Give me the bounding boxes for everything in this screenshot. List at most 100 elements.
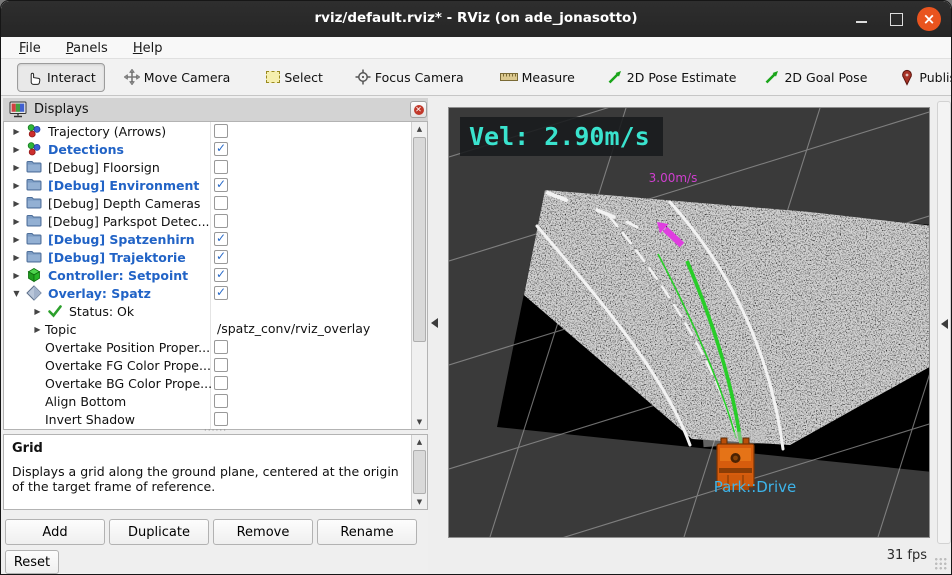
scroll-up-icon[interactable]: ▲ bbox=[412, 435, 427, 449]
tree-row[interactable]: Overtake BG Color Prope... bbox=[4, 374, 427, 392]
row-checkbox[interactable] bbox=[214, 177, 228, 192]
tool-2d-pose-estimate[interactable]: 2D Pose Estimate bbox=[602, 65, 742, 89]
expander-icon[interactable]: ▶ bbox=[9, 253, 24, 262]
displays-panel-close-button[interactable]: ✕ bbox=[410, 101, 427, 118]
minimize-button[interactable] bbox=[851, 8, 873, 30]
folder-icon bbox=[26, 249, 42, 265]
duplicate-button[interactable]: Duplicate bbox=[109, 519, 209, 545]
tree-row[interactable]: Overtake FG Color Prope... bbox=[4, 356, 427, 374]
collapse-right-icon[interactable] bbox=[941, 319, 948, 329]
row-checkbox[interactable] bbox=[214, 376, 228, 390]
menu-file[interactable]: File bbox=[9, 39, 51, 58]
scrollbar-thumb[interactable] bbox=[413, 450, 426, 494]
expander-icon[interactable]: ▼ bbox=[9, 289, 24, 298]
row-checkbox[interactable] bbox=[214, 124, 228, 138]
tree-row[interactable]: ▶ [Debug] Depth Cameras bbox=[4, 194, 427, 212]
expander-icon[interactable]: ▶ bbox=[9, 235, 24, 244]
rename-button[interactable]: Rename bbox=[317, 519, 417, 545]
row-checkbox[interactable] bbox=[214, 160, 228, 174]
folder-icon bbox=[26, 159, 42, 175]
close-button[interactable]: × bbox=[917, 7, 941, 31]
expander-icon[interactable]: ▶ bbox=[9, 217, 24, 226]
speed-label: 3.00m/s bbox=[649, 171, 698, 185]
row-checkbox[interactable] bbox=[214, 141, 228, 156]
tree-row[interactable]: ▶ Status: Ok bbox=[4, 302, 427, 320]
row-checkbox[interactable] bbox=[214, 394, 228, 408]
green-arrow-icon bbox=[608, 71, 621, 84]
menu-panels[interactable]: Panels bbox=[56, 39, 118, 58]
tree-row-label: Detections bbox=[48, 141, 124, 157]
tool-label: Measure bbox=[521, 69, 575, 85]
resize-grip[interactable] bbox=[934, 557, 947, 570]
tree-row-label: Trajectory (Arrows) bbox=[48, 123, 167, 139]
tree-row-label: [Debug] Trajektorie bbox=[48, 249, 186, 265]
tree-row[interactable]: Overtake Position Proper... bbox=[4, 338, 427, 356]
menu-help[interactable]: Help bbox=[123, 39, 173, 58]
displays-panel-header[interactable]: Displays bbox=[3, 98, 428, 121]
diamond-icon bbox=[26, 285, 42, 301]
tool-select[interactable]: Select bbox=[261, 66, 328, 89]
tree-scrollbar[interactable]: ▲ ▼ bbox=[411, 122, 427, 429]
tree-row-label: Status: Ok bbox=[69, 303, 135, 319]
rviz-window: rviz/default.rviz* - RViz (on ade_jonaso… bbox=[0, 0, 952, 575]
tree-row[interactable]: ▶ Topic /spatz_conv/rviz_overlay bbox=[4, 320, 427, 338]
tree-row[interactable]: ▶ [Debug] Floorsign bbox=[4, 158, 427, 176]
row-checkbox[interactable] bbox=[214, 358, 228, 372]
tree-row[interactable]: ▼ Overlay: Spatz bbox=[4, 284, 427, 302]
row-checkbox[interactable] bbox=[214, 196, 228, 210]
expander-icon[interactable]: ▶ bbox=[9, 271, 24, 280]
displays-tree[interactable]: ▶ Trajectory (Arrows) ▶ Detections ▶ [De… bbox=[3, 121, 428, 430]
tree-row[interactable]: ▶ [Debug] Spatzenhirn bbox=[4, 230, 427, 248]
tool-interact[interactable]: Interact bbox=[17, 62, 105, 92]
folder-icon bbox=[26, 195, 42, 211]
row-checkbox[interactable] bbox=[214, 231, 228, 246]
scrollbar-thumb[interactable] bbox=[413, 137, 426, 342]
scroll-up-icon[interactable]: ▲ bbox=[412, 122, 427, 136]
scroll-down-icon[interactable]: ▼ bbox=[412, 415, 427, 429]
tree-row[interactable]: ▶ [Debug] Parkspot Detec... bbox=[4, 212, 427, 230]
expander-icon[interactable]: ▶ bbox=[9, 199, 24, 208]
description-scrollbar[interactable]: ▲ ▼ bbox=[411, 435, 427, 509]
tool-label: Move Camera bbox=[143, 69, 231, 85]
maximize-button[interactable] bbox=[885, 8, 907, 30]
description-title: Grid bbox=[12, 441, 43, 456]
tree-row[interactable]: ▶ [Debug] Trajektorie bbox=[4, 248, 427, 266]
expander-icon[interactable]: ▶ bbox=[9, 181, 24, 190]
tool-label: Focus Camera bbox=[374, 69, 464, 85]
tree-row[interactable]: ▶ Detections bbox=[4, 140, 427, 158]
expander-icon[interactable]: ▶ bbox=[9, 127, 24, 136]
expander-icon[interactable]: ▶ bbox=[30, 307, 45, 316]
row-checkbox[interactable] bbox=[214, 267, 228, 282]
add-button[interactable]: Add bbox=[5, 519, 105, 545]
remove-button[interactable]: Remove bbox=[213, 519, 313, 545]
tool-move-camera[interactable]: Move Camera bbox=[119, 65, 236, 89]
tool-publish-point[interactable]: Publish Point bbox=[894, 65, 951, 90]
reset-button[interactable]: Reset bbox=[5, 550, 59, 574]
tree-row[interactable]: Align Bottom bbox=[4, 392, 427, 410]
expander-icon[interactable]: ▶ bbox=[30, 325, 45, 334]
tool-focus-camera[interactable]: Focus Camera bbox=[350, 65, 469, 89]
scroll-down-icon[interactable]: ▼ bbox=[412, 495, 427, 509]
collapse-left-icon[interactable] bbox=[431, 318, 438, 328]
row-checkbox[interactable] bbox=[214, 340, 228, 354]
markers-icon bbox=[26, 123, 42, 139]
tool-2d-goal-pose[interactable]: 2D Goal Pose bbox=[759, 65, 872, 89]
title-bar[interactable]: rviz/default.rviz* - RViz (on ade_jonaso… bbox=[1, 1, 951, 37]
row-checkbox[interactable] bbox=[214, 249, 228, 264]
tree-row-label: [Debug] Floorsign bbox=[48, 159, 160, 175]
tree-row[interactable]: ▶ Trajectory (Arrows) bbox=[4, 122, 427, 140]
expander-icon[interactable]: ▶ bbox=[9, 145, 24, 154]
tree-row[interactable]: ▶ Controller: Setpoint bbox=[4, 266, 427, 284]
tree-row[interactable]: ▶ [Debug] Environment bbox=[4, 176, 427, 194]
tool-measure[interactable]: Measure bbox=[495, 66, 580, 89]
check-icon bbox=[47, 303, 63, 319]
right-dock-strip[interactable] bbox=[937, 101, 951, 544]
tree-row-label: Overlay: Spatz bbox=[48, 285, 151, 301]
topic-value[interactable]: /spatz_conv/rviz_overlay bbox=[217, 321, 370, 336]
render-view-3d[interactable]: 3.00m/s Park::Drive Vel: 2.90m/s bbox=[448, 4, 951, 574]
row-checkbox[interactable] bbox=[214, 412, 228, 426]
row-checkbox[interactable] bbox=[214, 285, 228, 300]
expander-icon[interactable]: ▶ bbox=[9, 163, 24, 172]
scene-canvas: 3.00m/s Park::Drive bbox=[448, 4, 951, 574]
row-checkbox[interactable] bbox=[214, 214, 228, 228]
